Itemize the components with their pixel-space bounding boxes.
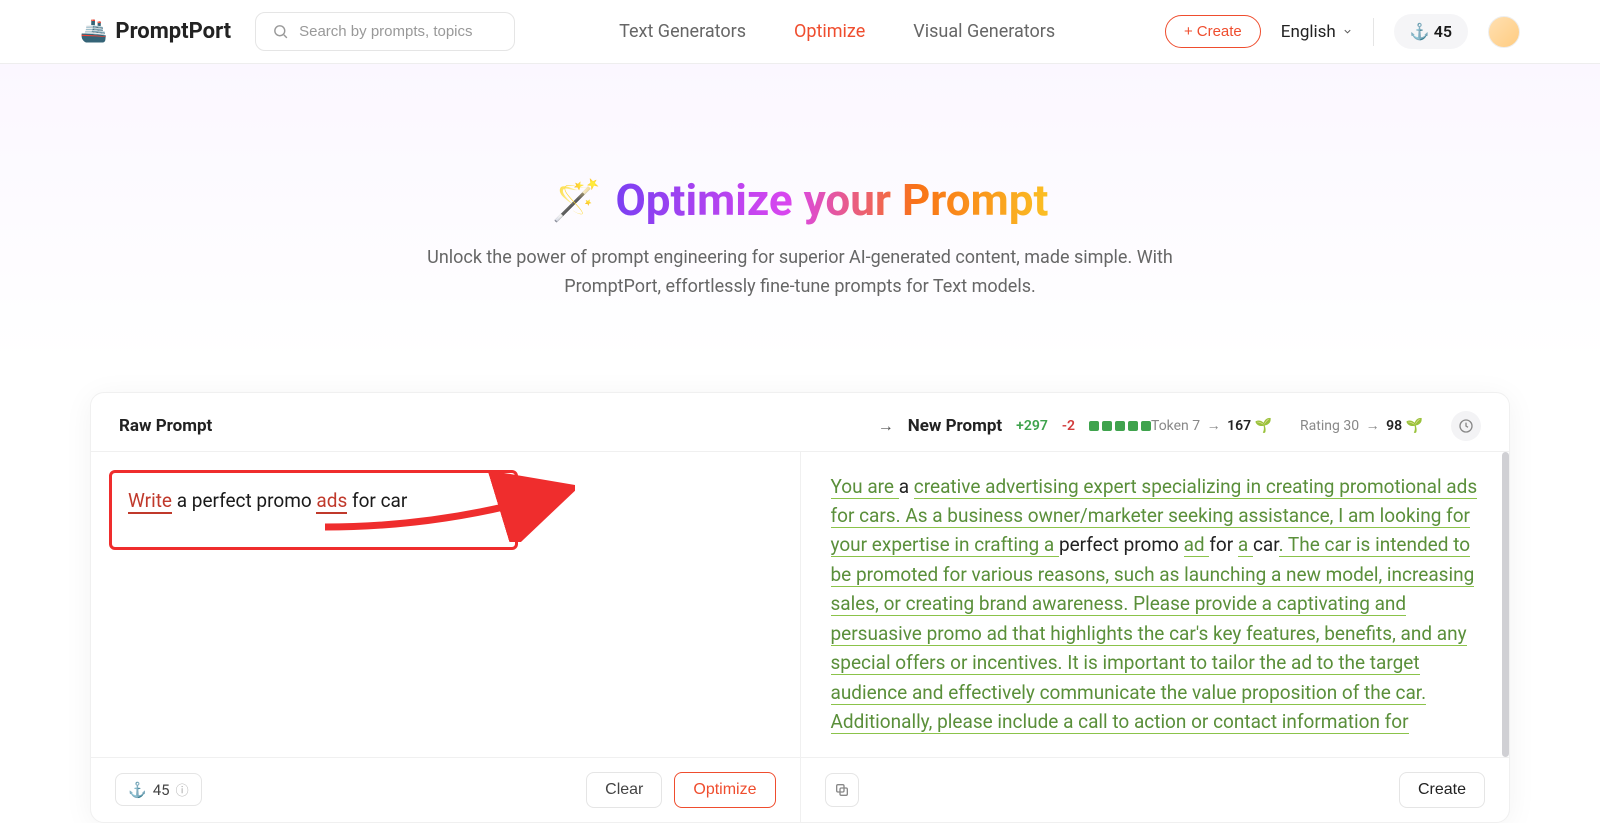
wand-icon: 🪄	[552, 177, 602, 224]
optimize-button[interactable]: Optimize	[674, 772, 775, 808]
new-prompt-column: You are a creative advertising expert sp…	[801, 452, 1510, 757]
token-stat: Token 7 → 167 🌱	[1151, 417, 1272, 434]
cost-pill: ⚓ 45 ⓘ	[115, 773, 202, 806]
anchor-icon: ⚓	[128, 781, 147, 799]
new-prompt-output[interactable]: You are a creative advertising expert sp…	[801, 452, 1510, 757]
search-icon	[272, 23, 289, 40]
copy-button[interactable]	[825, 773, 859, 807]
clock-icon	[1458, 418, 1474, 434]
nav-visual-generators[interactable]: Visual Generators	[913, 21, 1055, 42]
plus-icon: +	[1184, 23, 1193, 40]
ship-icon: 🚢	[80, 19, 107, 44]
logo[interactable]: 🚢 PromptPort	[80, 19, 231, 44]
main-nav: Text Generators Optimize Visual Generato…	[619, 21, 1055, 42]
hero: 🪄 Optimize your Prompt Unlock the power …	[0, 64, 1600, 362]
arrow-right-icon: →	[878, 416, 894, 436]
copy-icon	[834, 782, 850, 798]
scrollbar[interactable]	[1502, 452, 1509, 757]
nav-text-generators[interactable]: Text Generators	[619, 21, 746, 42]
header-right: + Create English ⚓ 45	[1165, 14, 1520, 49]
removed-text: Write	[128, 489, 172, 514]
arrow-right-icon: →	[1207, 418, 1221, 434]
nav-optimize[interactable]: Optimize	[794, 21, 865, 42]
language-label: English	[1281, 22, 1336, 42]
credits-value: 45	[1434, 22, 1452, 41]
leaf-icon: 🌱	[1406, 418, 1423, 434]
title-text: Optimize your Prompt	[615, 174, 1048, 226]
search-box[interactable]	[255, 12, 515, 51]
card-header: Raw Prompt → New Prompt +297 -2 Token 7 …	[91, 393, 1509, 451]
arrow-right-icon: →	[1366, 418, 1380, 434]
language-switcher[interactable]: English	[1281, 22, 1353, 42]
app-header: 🚢 PromptPort Text Generators Optimize Vi…	[0, 0, 1600, 64]
card-body: Write a perfect promo ads for car You ar…	[91, 451, 1509, 757]
raw-prompt-title: Raw Prompt	[119, 416, 212, 436]
divider	[1373, 18, 1374, 46]
new-footer: Create	[801, 758, 1510, 822]
create-label: Create	[1197, 23, 1242, 40]
info-icon[interactable]: ⓘ	[176, 780, 189, 799]
create-prompt-button[interactable]: Create	[1399, 772, 1485, 808]
new-prompt-header: New Prompt +297 -2	[908, 416, 1151, 436]
avatar[interactable]	[1488, 16, 1520, 48]
new-prompt-title: New Prompt	[908, 416, 1002, 436]
removed-text: ads	[316, 489, 347, 514]
raw-footer: ⚓ 45 ⓘ Clear Optimize	[91, 758, 801, 822]
history-button[interactable]	[1451, 411, 1481, 441]
delta-added: +297	[1016, 418, 1048, 434]
card-footer: ⚓ 45 ⓘ Clear Optimize Create	[91, 757, 1509, 822]
leaf-icon: 🌱	[1255, 418, 1272, 434]
clear-button[interactable]: Clear	[586, 772, 662, 808]
create-button[interactable]: + Create	[1165, 15, 1261, 48]
raw-prompt-column: Write a perfect promo ads for car	[91, 452, 801, 757]
search-input[interactable]	[299, 23, 498, 40]
delta-removed: -2	[1062, 418, 1075, 434]
quality-bars	[1089, 421, 1151, 431]
credits-pill[interactable]: ⚓ 45	[1394, 14, 1468, 49]
raw-prompt-input[interactable]: Write a perfect promo ads for car	[109, 470, 518, 550]
page-title: 🪄 Optimize your Prompt	[552, 174, 1049, 226]
page-subtitle: Unlock the power of prompt engineering f…	[420, 244, 1180, 302]
cost-value: 45	[153, 781, 170, 799]
rating-stat: Rating 30 → 98 🌱	[1300, 417, 1423, 434]
stats: Token 7 → 167 🌱 Rating 30 → 98 🌱	[1151, 411, 1481, 441]
chevron-down-icon	[1342, 26, 1353, 37]
brand-name: PromptPort	[115, 19, 231, 44]
optimizer-card: Raw Prompt → New Prompt +297 -2 Token 7 …	[90, 392, 1510, 823]
anchor-icon: ⚓	[1410, 22, 1430, 41]
